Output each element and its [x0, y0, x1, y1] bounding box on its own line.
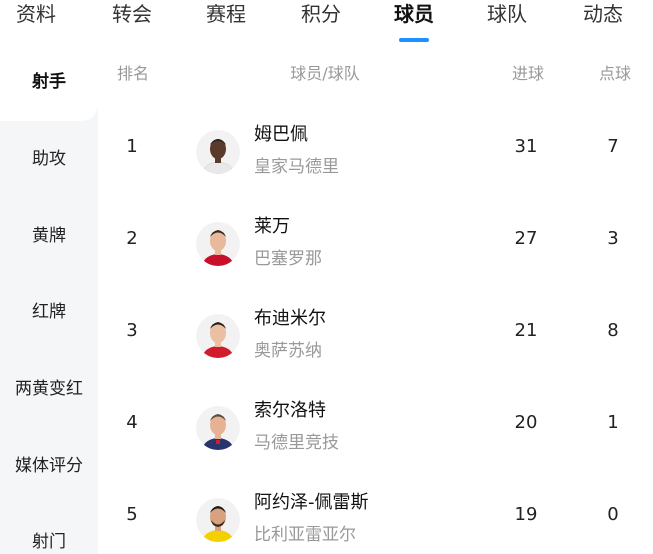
tab-news[interactable]: 动态	[571, 0, 635, 30]
goals-value: 21	[514, 320, 538, 341]
player-avatar	[196, 222, 240, 266]
player-name[interactable]: 阿约泽-佩雷斯	[254, 488, 369, 514]
player-name[interactable]: 索尔洛特	[254, 396, 326, 422]
rank-value: 5	[126, 504, 138, 525]
player-avatar	[196, 406, 240, 450]
player-team: 奥萨苏纳	[254, 341, 322, 361]
player-photo-icon	[196, 130, 240, 174]
player-avatar	[196, 498, 240, 542]
table-row[interactable]: 3 布迪米尔 奥萨苏纳 21 8	[98, 290, 653, 382]
sidebar-item-yellow-cards[interactable]: 黄牌	[0, 198, 98, 275]
player-avatar	[196, 130, 240, 174]
player-name[interactable]: 姆巴佩	[254, 120, 308, 146]
player-photo-icon	[196, 498, 240, 542]
player-team: 巴塞罗那	[254, 249, 322, 269]
goals-value: 31	[514, 136, 538, 157]
sidebar-item-scorers[interactable]: 射手	[0, 44, 98, 121]
header-penalties: 点球	[598, 64, 631, 83]
player-photo-icon	[196, 222, 240, 266]
tab-schedule[interactable]: 赛程	[196, 0, 256, 30]
goals-value: 27	[514, 228, 538, 249]
sidebar-item-shots[interactable]: 射门	[0, 504, 98, 554]
player-photo-icon	[196, 406, 240, 450]
player-team: 比利亚雷亚尔	[254, 525, 356, 545]
table-row[interactable]: 5 阿约泽-佩雷斯 比利亚雷亚尔 19 0	[98, 474, 653, 554]
tab-standings[interactable]: 积分	[291, 0, 351, 30]
sidebar-item-media-rating[interactable]: 媒体评分	[0, 428, 98, 505]
rank-value: 2	[126, 228, 138, 249]
sidebar-item-second-yellow[interactable]: 两黄变红	[0, 351, 98, 428]
rank-value: 3	[126, 320, 138, 341]
goals-value: 20	[514, 412, 538, 433]
header-goals: 进球	[511, 64, 544, 83]
table-row[interactable]: 1 姆巴佩 皇家马德里 31 7	[98, 106, 653, 198]
tab-players[interactable]: 球员	[384, 0, 444, 30]
table-row[interactable]: 4 索尔洛特 马德里竞技 20 1	[98, 382, 653, 474]
sidebar-item-assists[interactable]: 助攻	[0, 121, 98, 198]
sidebar-item-red-cards[interactable]: 红牌	[0, 274, 98, 351]
penalties-value: 7	[607, 136, 619, 157]
header-rank: 排名	[116, 64, 149, 83]
rank-value: 4	[126, 412, 138, 433]
tab-profile[interactable]: 资料	[6, 0, 66, 30]
goals-value: 19	[514, 504, 538, 525]
header-player-team: 球员/球队	[290, 64, 360, 83]
top-tab-bar: 资料 转会 赛程 积分 球员 球队 动态	[0, 0, 653, 44]
penalties-value: 3	[607, 228, 619, 249]
player-avatar	[196, 314, 240, 358]
player-name[interactable]: 布迪米尔	[254, 304, 326, 330]
penalties-value: 0	[607, 504, 619, 525]
player-photo-icon	[196, 314, 240, 358]
player-team: 皇家马德里	[254, 157, 339, 177]
tab-transfers[interactable]: 转会	[102, 0, 162, 30]
table-row[interactable]: 2 莱万 巴塞罗那 27 3	[98, 198, 653, 290]
player-team: 马德里竞技	[254, 433, 339, 453]
penalties-value: 1	[607, 412, 619, 433]
rank-value: 1	[126, 136, 138, 157]
player-name[interactable]: 莱万	[254, 212, 290, 238]
tab-teams[interactable]: 球队	[477, 0, 537, 30]
penalties-value: 8	[607, 320, 619, 341]
stat-category-sidebar: 射手 助攻 黄牌 红牌 两黄变红 媒体评分 射门	[0, 44, 98, 554]
active-tab-indicator	[399, 38, 429, 42]
